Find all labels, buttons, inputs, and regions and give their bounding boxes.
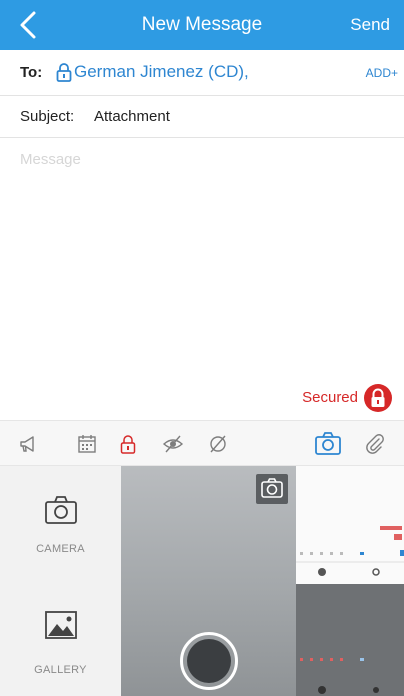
- camera-icon[interactable]: [314, 431, 342, 457]
- paperclip-icon[interactable]: [364, 433, 386, 455]
- send-button[interactable]: Send: [350, 15, 390, 35]
- switch-camera-icon: [261, 478, 283, 498]
- message-placeholder: Message: [20, 151, 81, 168]
- to-label: To:: [20, 64, 43, 81]
- gallery-label: GALLERY: [34, 664, 87, 676]
- gallery-icon: [45, 611, 77, 639]
- no-eye-icon[interactable]: [207, 433, 229, 455]
- header-bar: New Message Send: [0, 0, 404, 50]
- recipient-chip[interactable]: German Jimenez (CD),: [74, 62, 249, 82]
- picker-source-list: CAMERA GALLERY: [0, 466, 121, 696]
- camera-icon: [45, 496, 77, 524]
- thumbnail-screenshot-top: [296, 466, 404, 584]
- add-recipient-button[interactable]: ADD+: [366, 66, 398, 80]
- message-body[interactable]: Message: [0, 138, 404, 378]
- subject-label: Subject:: [20, 108, 75, 125]
- megaphone-icon[interactable]: [18, 433, 40, 455]
- thumbnail-preview-lower: [300, 658, 379, 694]
- gallery-thumbnail[interactable]: [296, 466, 404, 696]
- secured-label: Secured: [302, 389, 358, 406]
- subject-row[interactable]: Subject: Attachment: [0, 96, 404, 138]
- shutter-button[interactable]: [180, 632, 238, 690]
- switch-camera-button[interactable]: [256, 474, 288, 504]
- lock-icon: [56, 63, 72, 82]
- gallery-option[interactable]: GALLERY: [0, 609, 121, 685]
- secured-lock-icon: [364, 384, 392, 412]
- subject-field[interactable]: Attachment: [94, 108, 170, 125]
- to-row[interactable]: To: German Jimenez (CD), ADD+: [0, 50, 404, 96]
- camera-option[interactable]: CAMERA: [0, 494, 121, 564]
- lock-icon[interactable]: [117, 433, 139, 455]
- thumbnail-preview: [296, 526, 404, 576]
- calendar-icon[interactable]: [76, 433, 98, 455]
- eye-slash-icon[interactable]: [162, 433, 184, 455]
- page-title: New Message: [141, 14, 263, 35]
- camera-label: CAMERA: [36, 543, 85, 555]
- thumbnail-screenshot-bottom: [296, 584, 404, 696]
- compose-toolbar: [0, 420, 404, 466]
- camera-viewfinder: [121, 466, 296, 696]
- shutter-inner: [187, 639, 231, 683]
- attachment-picker: CAMERA GALLERY: [0, 466, 404, 696]
